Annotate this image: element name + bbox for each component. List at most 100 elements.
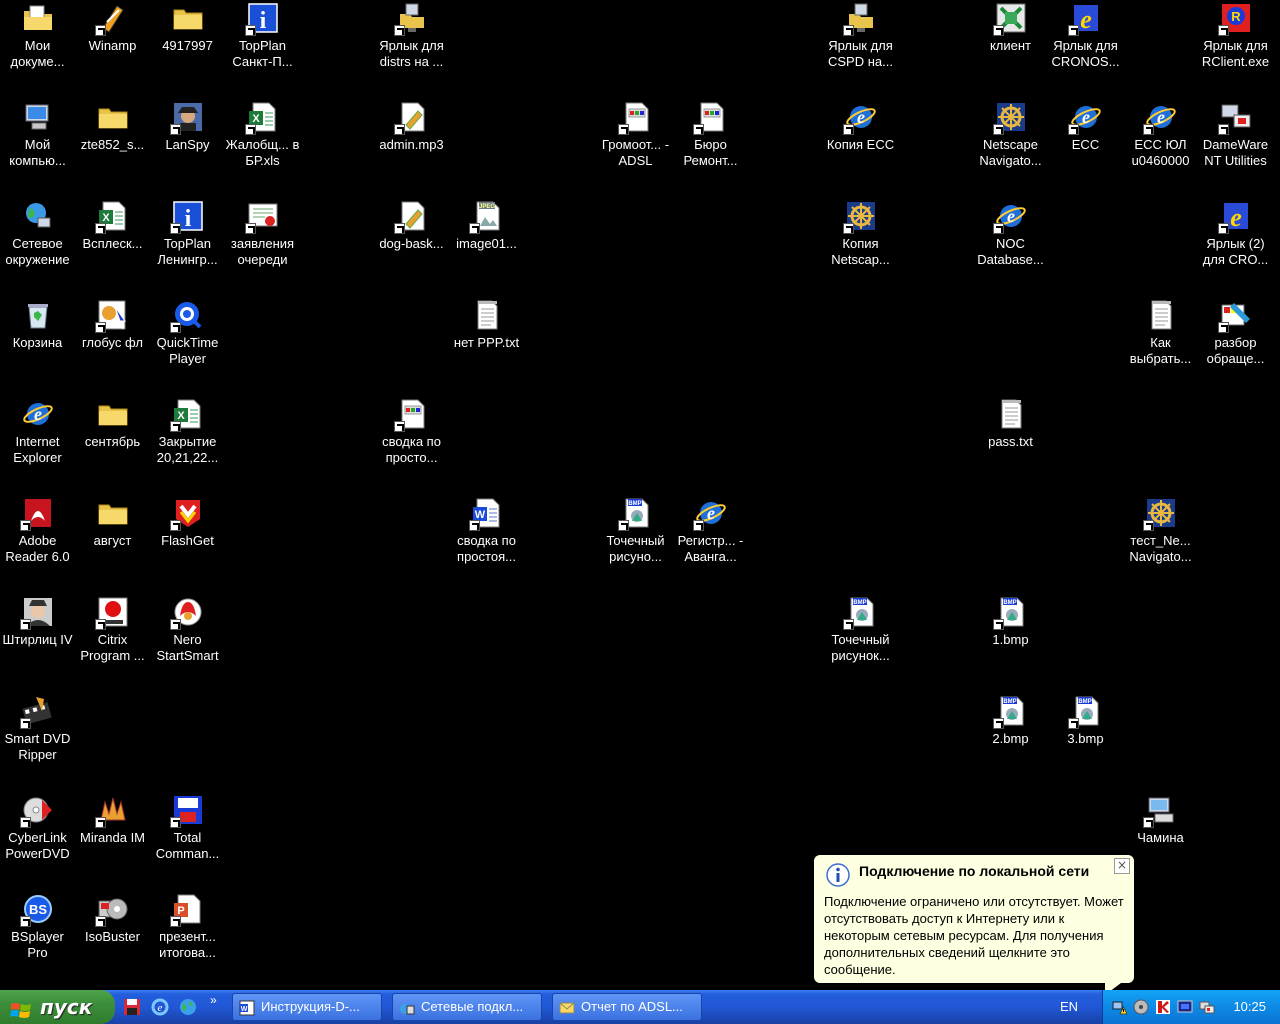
text-file-icon bbox=[995, 398, 1027, 430]
monitor-app-icon[interactable] bbox=[1177, 999, 1193, 1015]
system-tray: 10:25 bbox=[1102, 990, 1280, 1024]
globe-icon[interactable] bbox=[178, 997, 198, 1017]
desktop-icon[interactable]: Копия Netscap... bbox=[823, 198, 898, 288]
taskbar-button[interactable]: Отчет по ADSL... bbox=[552, 993, 702, 1021]
desktop-icon[interactable]: i TopPlan Санкт-П... bbox=[225, 0, 300, 90]
clock[interactable]: 10:25 bbox=[1233, 990, 1266, 1024]
desktop-icon[interactable]: Бюро Ремонт... bbox=[673, 99, 748, 189]
desktop-icon[interactable]: CyberLink PowerDVD bbox=[0, 792, 75, 882]
desktop-icon[interactable]: Штирлиц IV bbox=[0, 594, 75, 684]
desktop-icon[interactable]: Ярлык для distrs на ... bbox=[374, 0, 449, 90]
desktop-icon[interactable]: Netscape Navigato... bbox=[973, 99, 1048, 189]
disc-drive-icon[interactable] bbox=[1133, 999, 1149, 1015]
desktop-icon[interactable]: DameWare NT Utilities bbox=[1198, 99, 1273, 189]
desktop-icon-label: FlashGet bbox=[161, 533, 214, 548]
desktop-icon[interactable]: pass.txt bbox=[973, 396, 1048, 486]
desktop-icon[interactable]: заявления очереди bbox=[225, 198, 300, 288]
winamp-icon bbox=[94, 2, 129, 36]
remote-desktop-icon[interactable] bbox=[1199, 999, 1215, 1015]
desktop-icon[interactable]: i TopPlan Ленингр... bbox=[150, 198, 225, 288]
desktop-icon[interactable]: август bbox=[75, 495, 150, 585]
desktop-icon[interactable]: e Регистр... - Аванга... bbox=[673, 495, 748, 585]
desktop-icon[interactable]: X Жалобщ... в БР.xls bbox=[225, 99, 300, 189]
desktop[interactable]: Мои докуме... Winamp 4917997 i TopPlan Санкт… bbox=[0, 0, 1280, 997]
desktop-icon[interactable]: e ECC bbox=[1048, 99, 1123, 189]
excel-file-icon: X bbox=[244, 101, 279, 135]
desktop-icon[interactable]: сентябрь bbox=[75, 396, 150, 486]
desktop-icon[interactable]: разбор обраще... bbox=[1198, 297, 1273, 387]
desktop-icon-label: Закрытие 20,21,22... bbox=[156, 434, 219, 465]
desktop-icon[interactable]: IsoBuster bbox=[75, 891, 150, 981]
desktop-icon[interactable]: Winamp bbox=[75, 0, 150, 90]
desktop-icon[interactable]: Ярлык для CSPD на... bbox=[823, 0, 898, 90]
shortcut-arrow-icon bbox=[169, 223, 181, 234]
network-folder-icon bbox=[393, 2, 428, 36]
desktop-icon-label: Корзина bbox=[12, 335, 63, 350]
rclient-icon: R bbox=[1217, 2, 1252, 36]
desktop-icon[interactable]: e Ярлык для CRONOS... bbox=[1048, 0, 1123, 90]
desktop-icon[interactable]: Мои докуме... bbox=[0, 0, 75, 90]
desktop-icon[interactable]: e Копия ECC bbox=[823, 99, 898, 189]
network-warning-icon[interactable] bbox=[1111, 999, 1128, 1015]
desktop-icon[interactable]: Miranda IM bbox=[75, 792, 150, 882]
desktop-icon[interactable]: e NOC Database... bbox=[973, 198, 1048, 288]
desktop-icon[interactable]: zte852_s... bbox=[75, 99, 150, 189]
internet-explorer-icon[interactable]: e bbox=[150, 997, 170, 1017]
language-indicator[interactable]: EN bbox=[1060, 990, 1078, 1024]
desktop-icon[interactable]: BMP 3.bmp bbox=[1048, 693, 1123, 783]
network-balloon-tip[interactable]: Подключение по локальной сети × Подключе… bbox=[813, 854, 1135, 997]
desktop-icon[interactable]: Smart DVD Ripper bbox=[0, 693, 75, 783]
desktop-icon-label: 2.bmp bbox=[992, 731, 1029, 746]
desktop-icon[interactable]: Pпрезент... итогова... bbox=[150, 891, 225, 981]
desktop-icon[interactable]: Total Comman... bbox=[150, 792, 225, 882]
desktop-icon[interactable]: FlashGet bbox=[150, 495, 225, 585]
folder-icon bbox=[97, 398, 129, 430]
desktop-icon[interactable]: X Всплеск... bbox=[75, 198, 150, 288]
quicklaunch-more-chevron[interactable]: » bbox=[210, 993, 217, 1007]
desktop-icon[interactable]: сводка по просто... bbox=[374, 396, 449, 486]
desktop-icon[interactable]: e Internet Explorer bbox=[0, 396, 75, 486]
desktop-icon[interactable]: Громоот... - ADSL bbox=[598, 99, 673, 189]
my-computer-icon bbox=[22, 101, 54, 133]
taskbar-button[interactable]: Сетевые подкл... bbox=[392, 993, 542, 1021]
desktop-icon[interactable]: Как выбрать... bbox=[1123, 297, 1198, 387]
desktop-icon[interactable]: Мой компью... bbox=[0, 99, 75, 189]
desktop-icon[interactable]: R Ярлык для RClient.exe bbox=[1198, 0, 1273, 90]
balloon-message[interactable]: Подключение ограничено или отсутствует. … bbox=[824, 893, 1124, 978]
desktop-icon[interactable]: dog-bask... bbox=[374, 198, 449, 288]
desktop-icon[interactable]: X Закрытие 20,21,22... bbox=[150, 396, 225, 486]
desktop-icon[interactable]: Корзина bbox=[0, 297, 75, 387]
desktop-icon[interactable]: JPEG image01... bbox=[449, 198, 524, 288]
start-button[interactable]: пуск bbox=[0, 990, 115, 1024]
taskbar-button[interactable]: W Инструкция-D-... bbox=[232, 993, 382, 1021]
desktop-icon[interactable]: e ECC ЮЛ u0460000 bbox=[1123, 99, 1198, 189]
desktop-icon[interactable]: admin.mp3 bbox=[374, 99, 449, 189]
desktop-icon[interactable]: глобус фл bbox=[75, 297, 150, 387]
desktop-icon[interactable]: BMP Точечный рисунок... bbox=[823, 594, 898, 684]
desktop-icon[interactable]: BS BSplayer Pro bbox=[0, 891, 75, 981]
balloon-close-button[interactable]: × bbox=[1114, 858, 1130, 874]
desktop-icon[interactable]: тест_Ne... Navigato... bbox=[1123, 495, 1198, 585]
jpeg-file-icon: JPEG bbox=[468, 200, 503, 234]
desktop-icon-label: Ярлык (2) для CRO... bbox=[1202, 236, 1269, 267]
desktop-icon[interactable]: BMP 1.bmp bbox=[973, 594, 1048, 684]
desktop-icon[interactable]: Adobe Reader 6.0 bbox=[0, 495, 75, 585]
desktop-icon[interactable]: клиент bbox=[973, 0, 1048, 90]
desktop-icon[interactable]: Сетевое окружение bbox=[0, 198, 75, 288]
shortcut-arrow-icon bbox=[1067, 718, 1079, 729]
desktop-icon[interactable]: BMP Точечный рисуно... bbox=[598, 495, 673, 585]
desktop-icon[interactable]: QuickTime Player bbox=[150, 297, 225, 387]
kaspersky-icon[interactable] bbox=[1155, 999, 1171, 1015]
save-floppy-icon[interactable] bbox=[122, 997, 142, 1017]
desktop-icon[interactable]: Nero StartSmart bbox=[150, 594, 225, 684]
desktop-icon[interactable]: e Ярлык (2) для CRO... bbox=[1198, 198, 1273, 288]
desktop-icon[interactable]: BMP 2.bmp bbox=[973, 693, 1048, 783]
desktop-icon-label: Мои докуме... bbox=[10, 38, 65, 69]
shortcut-arrow-icon bbox=[1217, 25, 1229, 36]
desktop-icon[interactable]: Citrix Program ... bbox=[75, 594, 150, 684]
desktop-icon[interactable]: Wсводка по простоя... bbox=[449, 495, 524, 585]
desktop-icon-label: сентябрь bbox=[84, 434, 141, 449]
desktop-icon[interactable]: LanSpy bbox=[150, 99, 225, 189]
desktop-icon[interactable]: 4917997 bbox=[150, 0, 225, 90]
desktop-icon[interactable]: нет PPP.txt bbox=[449, 297, 524, 387]
